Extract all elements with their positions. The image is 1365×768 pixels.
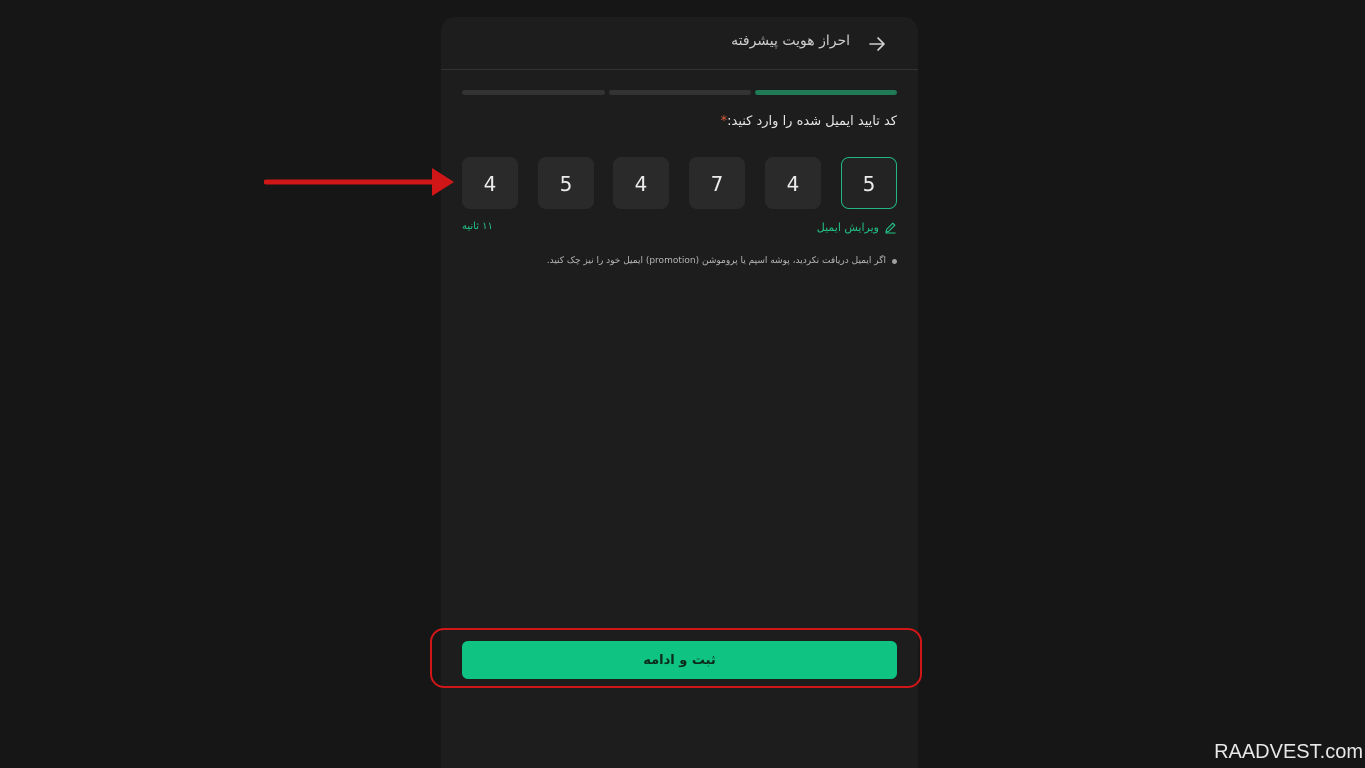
code-digit-6[interactable]: 4 (462, 157, 518, 209)
back-button[interactable] (866, 33, 888, 55)
resend-timer: ۱۱ ثانیه (462, 221, 493, 232)
progress-step-3 (462, 90, 605, 95)
bullet-dot (892, 258, 897, 264)
code-digit-4[interactable]: 4 (613, 157, 669, 209)
code-digit-5[interactable]: 5 (538, 157, 594, 209)
progress-steps (462, 90, 897, 95)
page-title: احراز هویت پیشرفته (731, 33, 850, 49)
arrow-right-icon (869, 37, 885, 51)
watermark: RAADVEST.com (1214, 741, 1363, 763)
progress-step-2 (609, 90, 751, 95)
edit-email-label: ویرایش ایمیل (816, 221, 879, 234)
code-label: کد تایید ایمیل شده را وارد کنید:* (721, 114, 897, 129)
spam-hint-text: اگر ایمیل دریافت نکردید، پوشه اسپم یا پر… (546, 256, 886, 266)
code-digit-1[interactable]: 5 (841, 157, 897, 209)
code-digit-3[interactable]: 7 (689, 157, 745, 209)
spam-hint: اگر ایمیل دریافت نکردید، پوشه اسپم یا پر… (547, 256, 897, 266)
progress-step-1 (755, 90, 897, 95)
submit-continue-button[interactable]: ثبت و ادامه (462, 641, 897, 679)
pencil-icon (885, 222, 896, 234)
edit-email-link[interactable]: ویرایش ایمیل (817, 221, 897, 234)
page: احراز هویت پیشرفته کد تایید ایمیل شده را… (0, 0, 1365, 768)
card-header: احراز هویت پیشرفته (441, 17, 918, 70)
code-digit-2[interactable]: 4 (765, 157, 821, 209)
code-label-text: کد تایید ایمیل شده را وارد کنید: (727, 114, 897, 129)
annotation-arrow-icon (264, 168, 454, 196)
